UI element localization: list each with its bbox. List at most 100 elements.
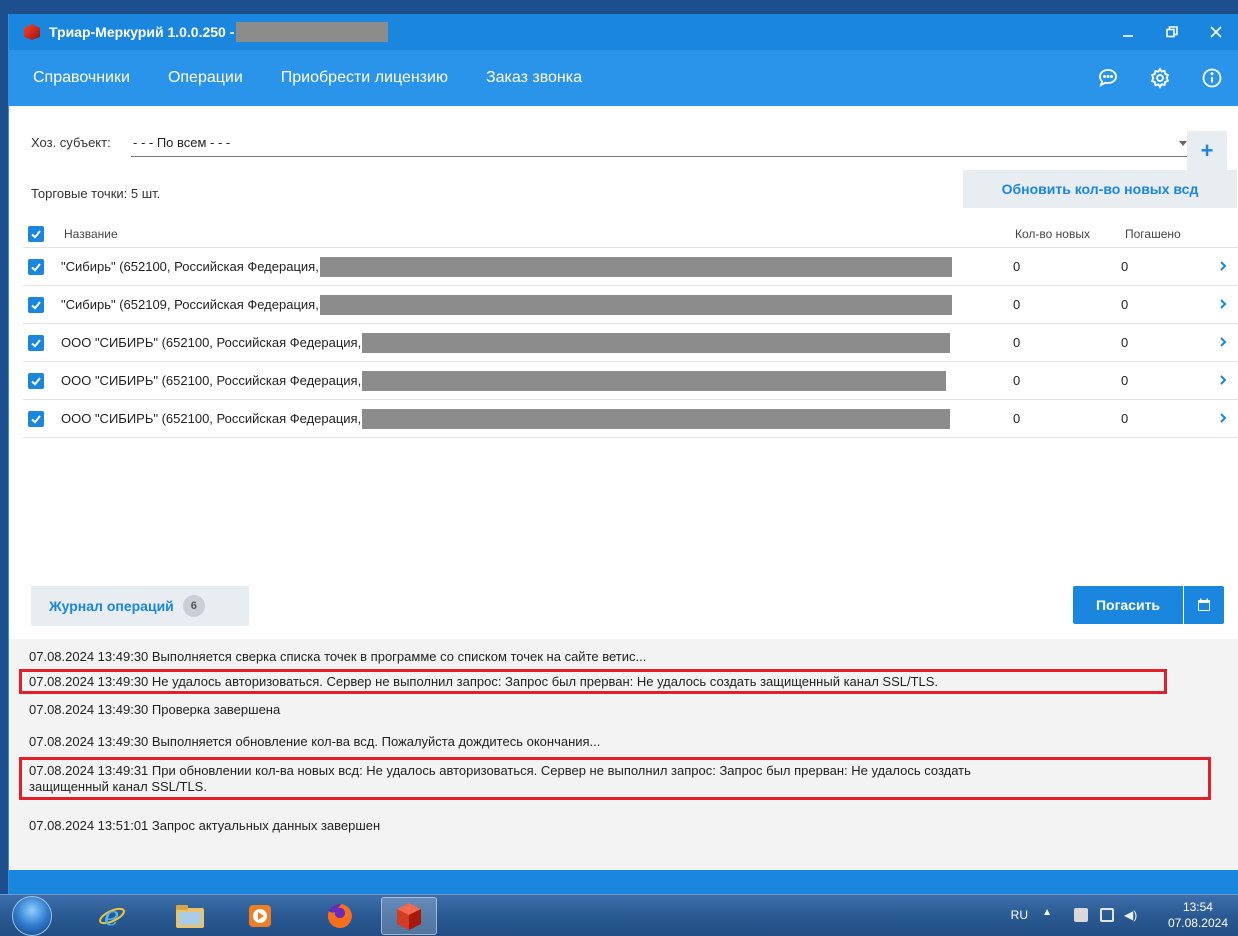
clock[interactable]: 13:54 07.08.2024 <box>1168 899 1228 931</box>
open-row-button[interactable] <box>1218 374 1228 389</box>
show-hidden-icons-icon[interactable]: ▲ <box>1042 907 1052 918</box>
settings-icon <box>1150 67 1170 89</box>
select-all-checkbox[interactable] <box>28 226 44 242</box>
menu-icons <box>1082 50 1238 106</box>
subject-label: Хоз. субъект: <box>31 135 111 150</box>
row-name: ООО "СИБИРЬ" (652100, Российская Федерац… <box>61 411 362 426</box>
table-row[interactable]: "Сибирь" (652100, Российская Федерация, … <box>23 248 1238 286</box>
row-paid: 0 <box>1121 297 1129 312</box>
chevron-right-icon <box>1220 261 1227 271</box>
folder-icon <box>176 905 204 928</box>
network-icon[interactable] <box>1100 908 1114 922</box>
menu-bar: Справочники Операции Приобрести лицензию… <box>9 50 1238 106</box>
log-entry-error: 07.08.2024 13:49:30 Не удалось авторизов… <box>29 674 939 689</box>
check-icon <box>31 415 41 424</box>
ie-taskbar-button[interactable]: e <box>84 897 140 935</box>
open-row-button[interactable] <box>1218 298 1228 313</box>
menu-item-operations[interactable]: Операции <box>149 69 262 87</box>
check-icon <box>31 377 41 386</box>
chevron-right-icon <box>1220 375 1227 385</box>
start-button[interactable] <box>12 896 52 936</box>
row-paid: 0 <box>1121 259 1129 274</box>
redacted-address <box>319 256 952 277</box>
settings-button[interactable] <box>1134 50 1186 106</box>
update-count-button[interactable]: Обновить кол-во новых всд <box>963 170 1237 208</box>
check-icon <box>31 263 41 272</box>
close-icon <box>1210 26 1222 38</box>
clock-time: 13:54 <box>1182 900 1213 914</box>
info-button[interactable] <box>1186 50 1238 106</box>
chevron-right-icon <box>1220 337 1227 347</box>
row-checkbox[interactable] <box>28 373 44 389</box>
taskbar: e RU ▲ ◀) 13:54 07.08.2024 <box>0 894 1238 936</box>
svg-text:e: e <box>104 902 119 931</box>
restore-icon <box>1166 26 1178 38</box>
triar-mercury-taskbar-button[interactable] <box>381 897 437 935</box>
open-row-button[interactable] <box>1218 260 1228 275</box>
internet-explorer-icon: e <box>99 902 125 931</box>
chat-button[interactable] <box>1082 50 1134 106</box>
row-paid: 0 <box>1121 373 1129 388</box>
action-center-icon[interactable] <box>1074 908 1088 922</box>
row-name: "Сибирь" (652109, Российская Федерация, <box>61 297 319 312</box>
points-count: Торговые точки: 5 шт. <box>31 186 161 201</box>
chevron-right-icon <box>1220 413 1227 423</box>
pay-button[interactable]: Погасить <box>1073 586 1183 624</box>
table-row[interactable]: ООО "СИБИРЬ" (652100, Российская Федерац… <box>23 324 1238 362</box>
log-entry: 07.08.2024 13:49:30 Выполняется обновлен… <box>29 734 601 749</box>
system-tray: RU ▲ ◀) 13:54 07.08.2024 <box>968 895 1238 936</box>
operations-log: 07.08.2024 13:49:30 Выполняется сверка с… <box>9 639 1238 870</box>
minimize-button[interactable] <box>1106 14 1150 50</box>
language-indicator[interactable]: RU <box>1011 908 1028 922</box>
restore-button[interactable] <box>1150 14 1194 50</box>
row-checkbox[interactable] <box>28 411 44 427</box>
row-new-count: 0 <box>1013 373 1021 388</box>
row-name: "Сибирь" (652100, Российская Федерация, <box>61 259 319 274</box>
journal-button[interactable]: Журнал операций 6 <box>31 586 249 626</box>
media-player-taskbar-button[interactable] <box>232 897 288 935</box>
log-entry-error: 07.08.2024 13:49:31 При обновлении кол-в… <box>29 763 971 778</box>
log-entry: 07.08.2024 13:49:30 Выполняется сверка с… <box>29 649 647 664</box>
header-name[interactable]: Название <box>64 227 118 241</box>
subject-row: Хоз. субъект: - - - По всем - - - <box>31 129 1211 159</box>
subject-select[interactable]: - - - По всем - - - <box>131 129 1191 157</box>
app-icon <box>24 24 40 40</box>
explorer-taskbar-button[interactable] <box>162 897 218 935</box>
row-paid: 0 <box>1121 335 1129 350</box>
redacted-address <box>319 294 952 315</box>
row-new-count: 0 <box>1013 335 1021 350</box>
app-icon <box>397 903 421 930</box>
close-button[interactable] <box>1194 14 1238 50</box>
log-entry: 07.08.2024 13:49:30 Проверка завершена <box>29 702 281 717</box>
menu-item-directories[interactable]: Справочники <box>9 69 149 87</box>
row-checkbox[interactable] <box>28 259 44 275</box>
table-row[interactable]: ООО "СИБИРЬ" (652100, Российская Федерац… <box>23 400 1238 438</box>
volume-icon[interactable]: ◀) <box>1124 908 1138 922</box>
check-icon <box>31 230 41 239</box>
log-entry: 07.08.2024 13:51:01 Запрос актуальных да… <box>29 818 381 833</box>
row-new-count: 0 <box>1013 259 1021 274</box>
check-icon <box>31 301 41 310</box>
firefox-taskbar-button[interactable] <box>312 897 368 935</box>
row-checkbox[interactable] <box>28 335 44 351</box>
header-new-count[interactable]: Кол-во новых <box>1015 227 1090 241</box>
row-name: ООО "СИБИРЬ" (652100, Российская Федерац… <box>61 373 362 388</box>
menu-item-order-call[interactable]: Заказ звонка <box>467 69 601 87</box>
chat-icon <box>1099 69 1117 87</box>
redacted-address <box>362 332 951 353</box>
calendar-button[interactable] <box>1184 586 1224 624</box>
row-paid: 0 <box>1121 411 1129 426</box>
menu-item-buy-license[interactable]: Приобрести лицензию <box>262 69 467 87</box>
row-name: ООО "СИБИРЬ" (652100, Российская Федерац… <box>61 335 362 350</box>
table-row[interactable]: ООО "СИБИРЬ" (652100, Российская Федерац… <box>23 362 1238 400</box>
window-title: Триар-Меркурий 1.0.0.250 - <box>49 24 235 40</box>
media-player-icon <box>249 905 271 927</box>
add-subject-button[interactable]: + <box>1187 131 1227 171</box>
table-row[interactable]: "Сибирь" (652109, Российская Федерация, … <box>23 286 1238 324</box>
open-row-button[interactable] <box>1218 336 1228 351</box>
header-paid[interactable]: Погашено <box>1125 227 1181 241</box>
calendar-icon <box>1198 598 1210 611</box>
open-row-button[interactable] <box>1218 412 1228 427</box>
chevron-right-icon <box>1220 299 1227 309</box>
row-checkbox[interactable] <box>28 297 44 313</box>
